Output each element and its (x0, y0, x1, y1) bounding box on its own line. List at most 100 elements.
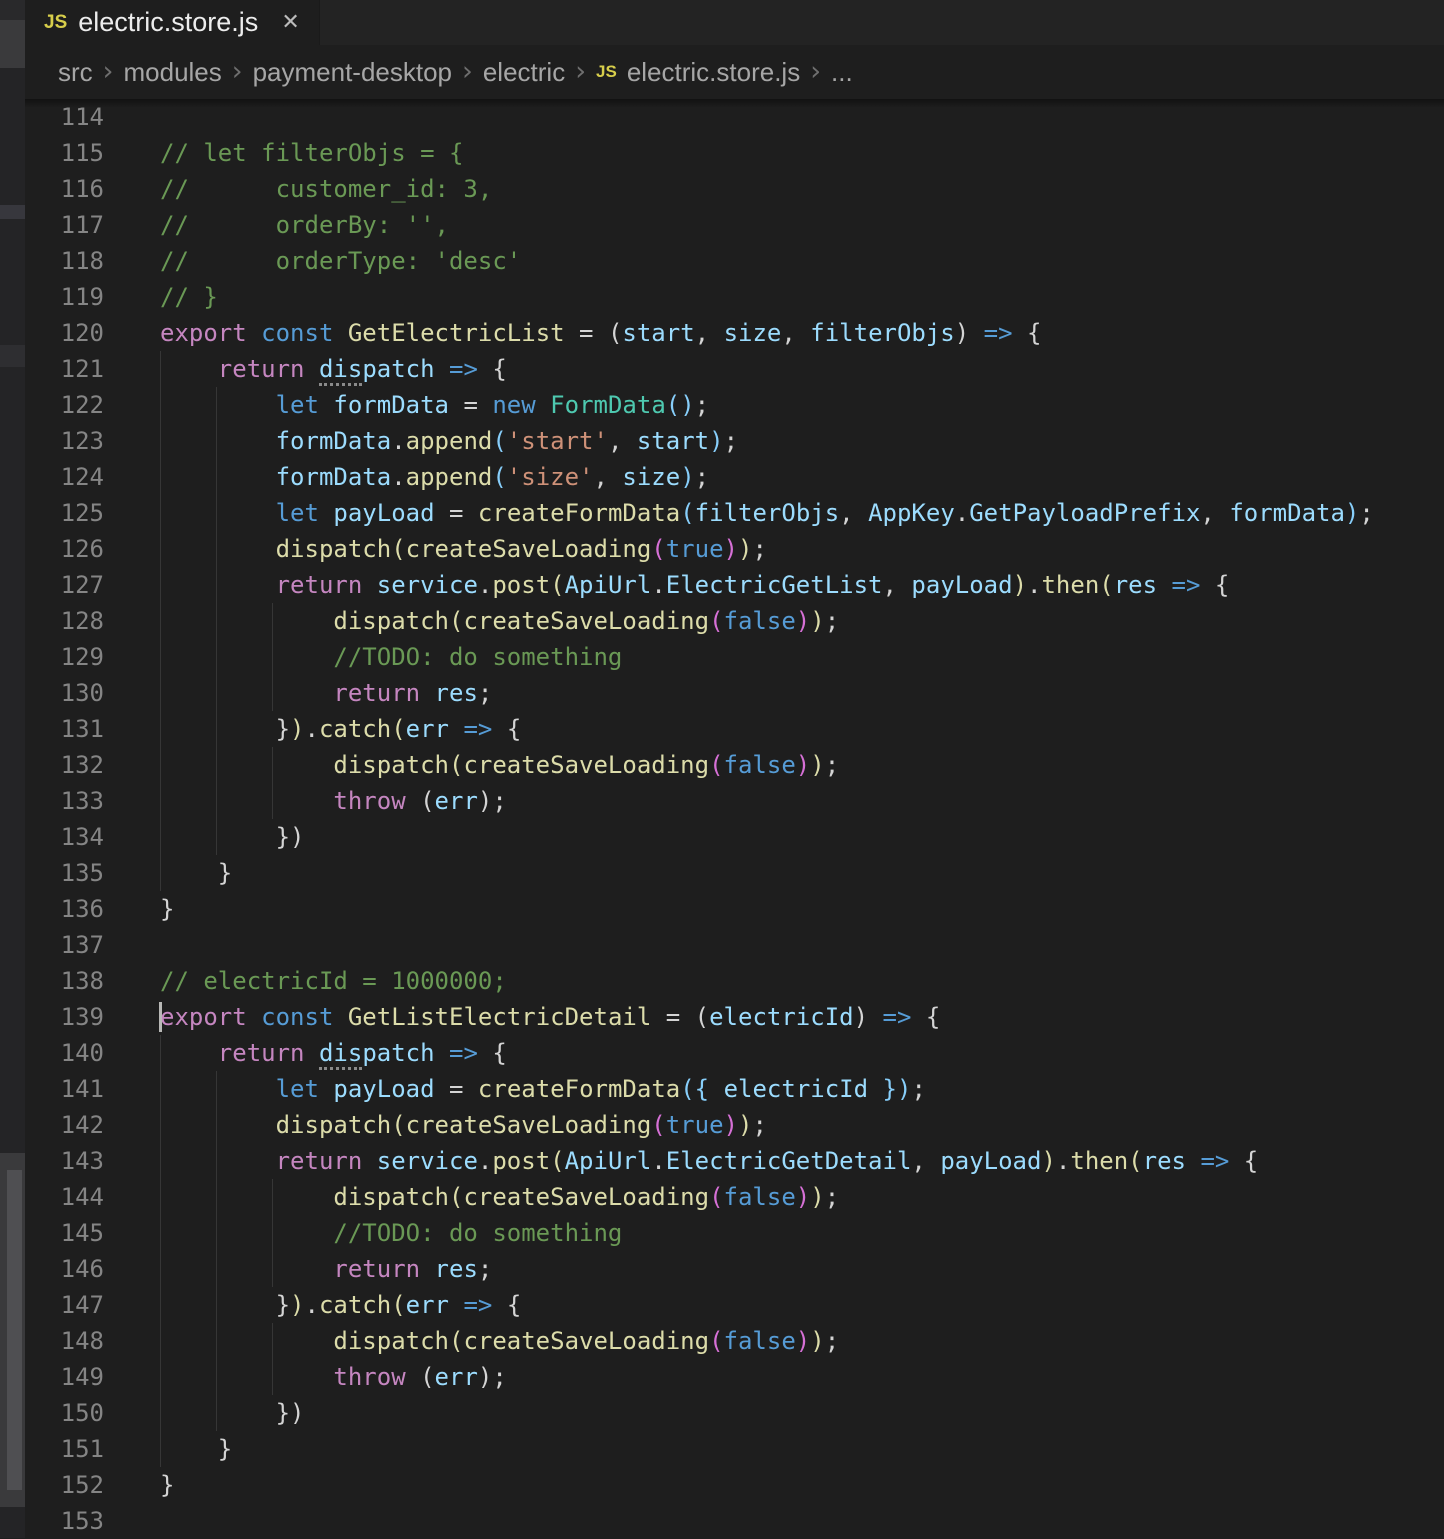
line-number: 146 (25, 1251, 104, 1287)
code-text: export const GetListElectricDetail = (el… (160, 999, 940, 1035)
code-line[interactable]: 141 let payLoad = createFormData({ elect… (25, 1071, 1444, 1107)
javascript-file-icon: JS (44, 12, 67, 34)
line-number: 149 (25, 1359, 104, 1395)
line-number: 152 (25, 1467, 104, 1503)
code-text: throw (err); (160, 783, 507, 819)
code-line[interactable]: 132 dispatch(createSaveLoading(false)); (25, 747, 1444, 783)
line-number: 119 (25, 279, 104, 315)
code-line[interactable]: 137 (25, 927, 1444, 963)
line-number: 150 (25, 1395, 104, 1431)
line-number: 147 (25, 1287, 104, 1323)
code-line[interactable]: 115// let filterObjs = { (25, 135, 1444, 171)
code-line[interactable]: 129 //TODO: do something (25, 639, 1444, 675)
chevron-right-icon: › (462, 56, 473, 87)
code-lines: 114115// let filterObjs = {116// custome… (25, 99, 1444, 1539)
line-number: 130 (25, 675, 104, 711)
tab-close-icon[interactable]: ✕ (281, 10, 299, 35)
code-line[interactable]: 145 //TODO: do something (25, 1215, 1444, 1251)
sidebar-strip-block (0, 20, 25, 68)
code-line[interactable]: 118// orderType: 'desc' (25, 243, 1444, 279)
breadcrumb-item[interactable]: payment-desktop (253, 57, 452, 88)
code-line[interactable]: 122 let formData = new FormData(); (25, 387, 1444, 423)
code-line[interactable]: 150 }) (25, 1395, 1444, 1431)
line-number: 126 (25, 531, 104, 567)
line-number: 138 (25, 963, 104, 999)
code-line[interactable]: 136} (25, 891, 1444, 927)
breadcrumb-item[interactable]: src (58, 57, 93, 88)
code-line[interactable]: 128 dispatch(createSaveLoading(false)); (25, 603, 1444, 639)
code-text: return service.post(ApiUrl.ElectricGetDe… (160, 1143, 1258, 1179)
code-text: return service.post(ApiUrl.ElectricGetLi… (160, 567, 1229, 603)
chevron-right-icon: › (232, 56, 243, 87)
code-line[interactable]: 130 return res; (25, 675, 1444, 711)
code-line[interactable]: 125 let payLoad = createFormData(filterO… (25, 495, 1444, 531)
code-line[interactable]: 124 formData.append('size', size); (25, 459, 1444, 495)
code-line[interactable]: 144 dispatch(createSaveLoading(false)); (25, 1179, 1444, 1215)
code-text: }) (160, 1395, 305, 1431)
chevron-right-icon: › (810, 56, 821, 87)
code-text: }) (160, 819, 305, 855)
code-line[interactable]: 143 return service.post(ApiUrl.ElectricG… (25, 1143, 1444, 1179)
code-line[interactable]: 134 }) (25, 819, 1444, 855)
code-line[interactable]: 133 throw (err); (25, 783, 1444, 819)
tab-title: electric.store.js (78, 7, 258, 38)
code-text: let payLoad = createFormData(filterObjs,… (160, 495, 1374, 531)
breadcrumb-more[interactable]: ... (831, 57, 853, 88)
code-text: return res; (160, 675, 492, 711)
code-line[interactable]: 140 return dispatch => { (25, 1035, 1444, 1071)
code-line[interactable]: 116// customer_id: 3, (25, 171, 1444, 207)
line-number: 116 (25, 171, 104, 207)
code-text: return dispatch => { (160, 351, 507, 387)
line-number: 114 (25, 99, 104, 135)
line-number: 145 (25, 1215, 104, 1251)
line-number: 120 (25, 315, 104, 351)
code-line[interactable]: 148 dispatch(createSaveLoading(false)); (25, 1323, 1444, 1359)
code-line[interactable]: 146 return res; (25, 1251, 1444, 1287)
code-text: }).catch(err => { (160, 1287, 521, 1323)
line-number: 122 (25, 387, 104, 423)
code-line[interactable]: 153 (25, 1503, 1444, 1539)
line-number: 132 (25, 747, 104, 783)
code-line[interactable]: 135 } (25, 855, 1444, 891)
line-number: 137 (25, 927, 104, 963)
code-text: } (160, 1431, 232, 1467)
code-line[interactable]: 123 formData.append('start', start); (25, 423, 1444, 459)
code-line[interactable]: 142 dispatch(createSaveLoading(true)); (25, 1107, 1444, 1143)
code-line[interactable]: 138 // electricId = 1000000; (25, 963, 1444, 999)
code-line[interactable]: 149 throw (err); (25, 1359, 1444, 1395)
code-text: // electricId = 1000000; (160, 963, 507, 999)
sidebar-scrollbar-thumb[interactable] (7, 1170, 22, 1490)
code-line[interactable]: 120export const GetElectricList = (start… (25, 315, 1444, 351)
line-number: 129 (25, 639, 104, 675)
code-line[interactable]: 121 return dispatch => { (25, 351, 1444, 387)
code-text: let formData = new FormData(); (160, 387, 709, 423)
code-line[interactable]: 151 } (25, 1431, 1444, 1467)
code-text: //TODO: do something (160, 1215, 622, 1251)
line-number: 143 (25, 1143, 104, 1179)
code-line[interactable]: 126 dispatch(createSaveLoading(true)); (25, 531, 1444, 567)
line-number: 127 (25, 567, 104, 603)
breadcrumb-item[interactable]: electric (483, 57, 565, 88)
code-line[interactable]: 127 return service.post(ApiUrl.ElectricG… (25, 567, 1444, 603)
code-line[interactable]: 139export const GetListElectricDetail = … (25, 999, 1444, 1035)
line-number: 151 (25, 1431, 104, 1467)
code-line[interactable]: 152} (25, 1467, 1444, 1503)
code-line[interactable]: 131 }).catch(err => { (25, 711, 1444, 747)
breadcrumb-item[interactable]: modules (123, 57, 221, 88)
line-number: 153 (25, 1503, 104, 1539)
code-line[interactable]: 117// orderBy: '', (25, 207, 1444, 243)
line-number: 121 (25, 351, 104, 387)
code-text: }).catch(err => { (160, 711, 521, 747)
code-line[interactable]: 147 }).catch(err => { (25, 1287, 1444, 1323)
line-number: 140 (25, 1035, 104, 1071)
code-line[interactable]: 114 (25, 99, 1444, 135)
tab-electric-store-js[interactable]: JS electric.store.js ✕ (25, 0, 320, 45)
line-number: 136 (25, 891, 104, 927)
code-text: formData.append('start', start); (160, 423, 738, 459)
line-number: 134 (25, 819, 104, 855)
code-editor[interactable]: src›modules›payment-desktop›electric›JSe… (25, 45, 1444, 1538)
breadcrumb-file[interactable]: electric.store.js (627, 57, 800, 88)
code-line[interactable]: 119// } (25, 279, 1444, 315)
code-text: //TODO: do something (160, 639, 622, 675)
line-number: 125 (25, 495, 104, 531)
